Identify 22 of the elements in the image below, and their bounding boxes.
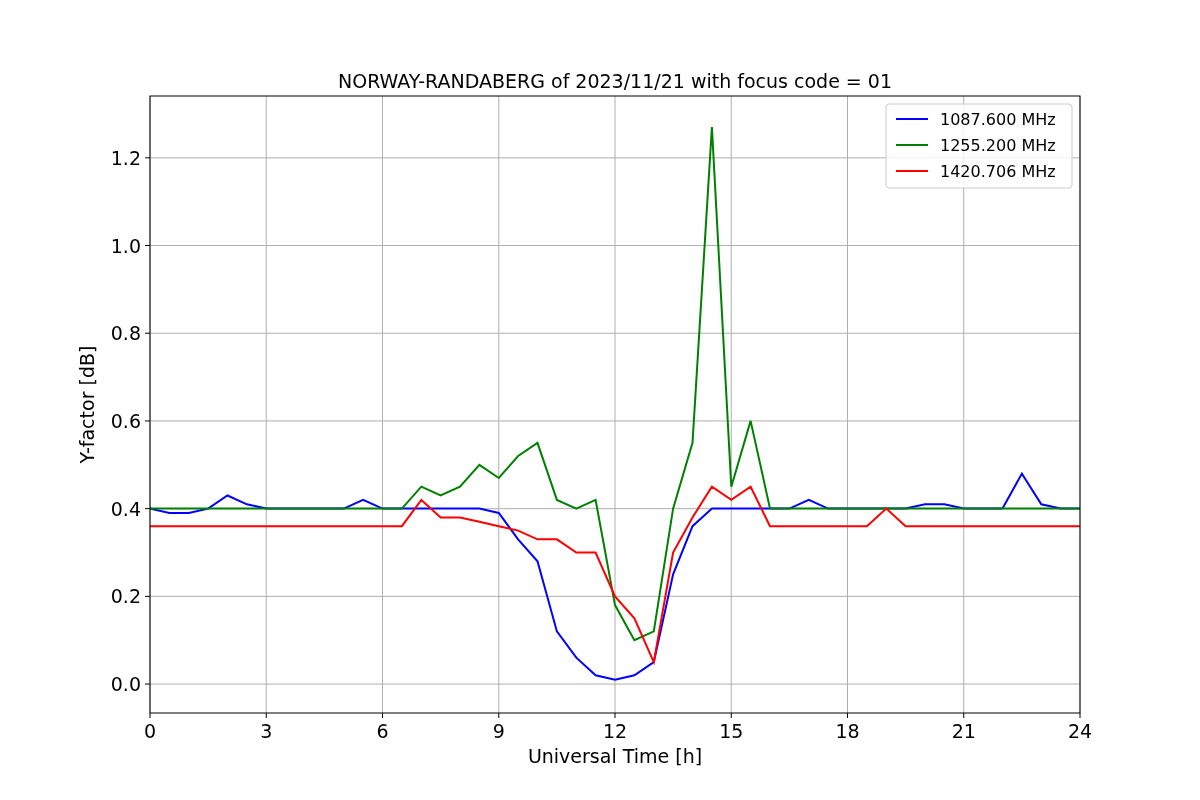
- legend-label: 1255.200 MHz: [940, 136, 1056, 155]
- chart-title: NORWAY-RANDABERG of 2023/11/21 with focus code = 01: [338, 70, 892, 92]
- legend-label: 1087.600 MHz: [940, 110, 1056, 129]
- x-tick-label: 12: [602, 720, 628, 742]
- x-tick-label: 24: [1067, 720, 1093, 742]
- x-tick-label: 3: [260, 720, 273, 742]
- x-tick-label: 15: [719, 720, 744, 742]
- y-tick-label: 0.6: [110, 409, 141, 432]
- y-tick-label: 1.0: [110, 234, 141, 257]
- x-tick-label: 0: [143, 720, 157, 742]
- y-tick-label: 0.2: [110, 585, 141, 608]
- y-tick-label: 0.0: [110, 673, 141, 696]
- x-tick-label: 9: [492, 720, 505, 742]
- legend-label: 1420.706 MHz: [940, 162, 1056, 181]
- y-axis-label: Y-factor [dB]: [76, 345, 98, 464]
- x-tick-label: 18: [835, 720, 860, 742]
- x-tick-label: 6: [376, 720, 389, 742]
- y-tick-label: 0.8: [110, 322, 141, 345]
- x-tick-label: 21: [951, 720, 976, 742]
- y-tick-label: 1.2: [110, 146, 141, 169]
- x-axis-label: Universal Time [h]: [527, 745, 703, 767]
- y-tick-label: 0.4: [110, 497, 141, 520]
